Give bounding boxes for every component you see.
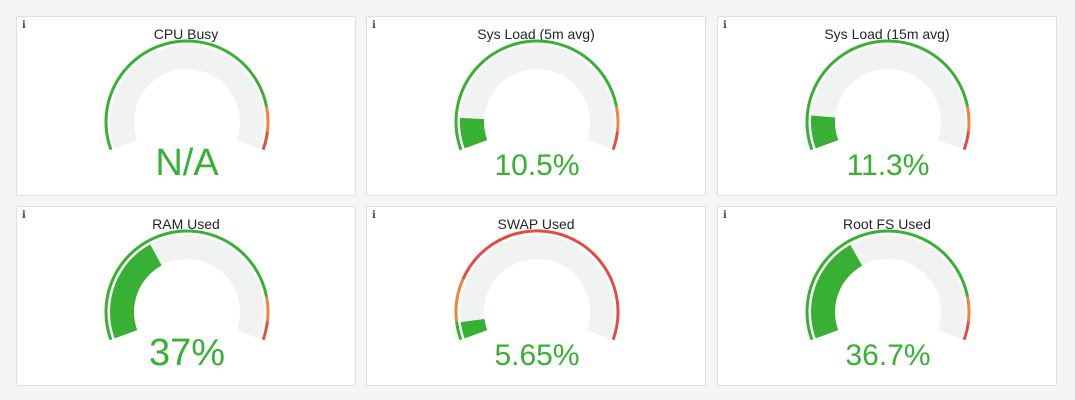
- gauge: 36.7%: [805, 229, 971, 372]
- panel-sys-load-15m[interactable]: i Sys Load (15m avg) 11.3%: [717, 16, 1057, 196]
- gauge-threshold-arc: [261, 321, 269, 341]
- gauge-fill: [460, 318, 488, 339]
- gauge-threshold-arc: [265, 106, 270, 132]
- gauge-threshold-arc: [966, 296, 971, 322]
- gauge-threshold-arc: [962, 131, 970, 151]
- gauge: 5.65%: [454, 229, 620, 372]
- gauge-threshold-arc: [261, 131, 269, 151]
- gauge-threshold-arc: [265, 296, 270, 322]
- gauge-threshold-arc: [455, 321, 463, 341]
- gauge-threshold-arc: [615, 106, 620, 132]
- gauge-fill: [811, 115, 839, 149]
- gauge-value: 11.3%: [847, 149, 930, 182]
- gauge-value: 5.65%: [494, 339, 579, 372]
- gauge-value: 36.7%: [845, 339, 930, 372]
- panel-root-fs-used[interactable]: i Root FS Used 36.7%: [717, 206, 1057, 386]
- panel-ram-used[interactable]: i RAM Used 37%: [16, 206, 356, 386]
- gauge-fill: [810, 244, 863, 339]
- gauge: 37%: [104, 229, 270, 374]
- gauge-threshold-arc: [611, 131, 619, 151]
- panel-swap-used[interactable]: i SWAP Used 5.65%: [366, 206, 706, 386]
- gauge: N/A: [104, 39, 270, 184]
- panel-sys-load-5m[interactable]: i Sys Load (5m avg) 10.5%: [366, 16, 706, 196]
- panel-cpu-busy[interactable]: i CPU Busy N/A: [16, 16, 356, 196]
- gauge: 11.3%: [805, 39, 971, 182]
- gauge-threshold-arc: [966, 106, 971, 132]
- gauge-fill: [459, 117, 488, 149]
- dashboard-grid: i CPU Busy N/A i Sys Load (5m avg) 10.5%…: [0, 0, 1075, 400]
- gauge-fill: [109, 244, 162, 339]
- gauge-threshold-arc: [962, 321, 970, 341]
- gauge: 10.5%: [454, 39, 620, 182]
- gauge-value: 10.5%: [494, 149, 579, 182]
- gauge-value: 37%: [149, 332, 225, 374]
- gauge-value: N/A: [155, 142, 219, 184]
